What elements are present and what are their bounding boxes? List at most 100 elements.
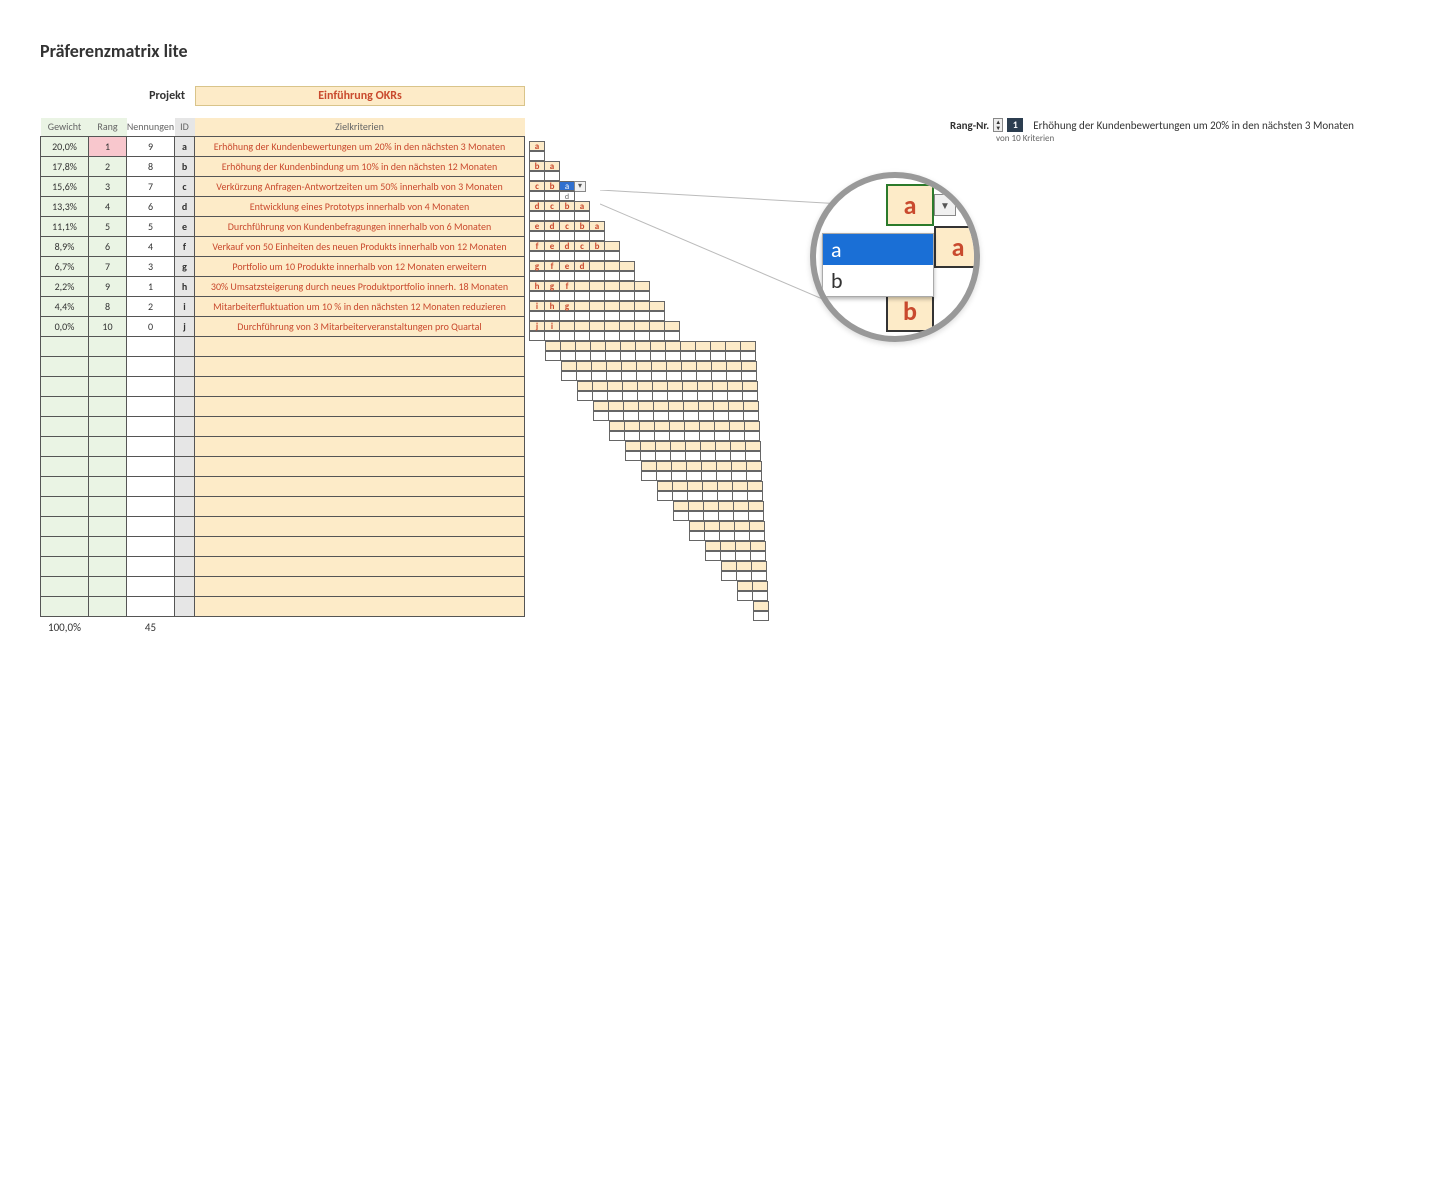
matrix-cell-lower[interactable] (657, 491, 673, 501)
matrix-cell[interactable] (576, 361, 592, 371)
matrix-cell[interactable] (574, 321, 590, 331)
matrix-cell-lower[interactable] (574, 251, 590, 261)
matrix-cell[interactable] (681, 361, 697, 371)
matrix-cell[interactable] (623, 401, 639, 411)
matrix-cell[interactable] (657, 481, 673, 491)
matrix-cell-lower[interactable] (680, 351, 696, 361)
cell-zielkriterium[interactable]: Durchführung von Kundenbefragungen inner… (195, 216, 525, 236)
matrix-cell[interactable] (608, 401, 624, 411)
matrix-cell[interactable] (732, 481, 748, 491)
matrix-cell-lower[interactable] (740, 351, 756, 361)
matrix-cell-lower[interactable] (713, 411, 729, 421)
matrix-cell-lower[interactable] (716, 471, 732, 481)
matrix-cell[interactable]: f (559, 281, 575, 291)
matrix-cell[interactable] (702, 481, 718, 491)
matrix-cell-lower[interactable] (728, 411, 744, 421)
matrix-cell[interactable] (665, 341, 681, 351)
matrix-cell-lower[interactable] (656, 471, 672, 481)
matrix-cell[interactable] (653, 401, 669, 411)
matrix-cell-lower[interactable] (544, 231, 560, 241)
matrix-cell-lower[interactable] (745, 451, 761, 461)
matrix-cell-lower[interactable] (726, 371, 742, 381)
matrix-cell[interactable] (744, 421, 760, 431)
matrix-cell[interactable] (736, 561, 752, 571)
matrix-cell-lower[interactable] (604, 291, 620, 301)
matrix-cell[interactable] (740, 341, 756, 351)
matrix-cell[interactable] (634, 321, 650, 331)
matrix-cell-lower[interactable] (634, 311, 650, 321)
matrix-cell[interactable] (727, 381, 743, 391)
matrix-cell-lower[interactable] (559, 311, 575, 321)
cell-zielkriterium[interactable]: Erhöhung der Kundenbewertungen um 20% in… (195, 136, 525, 156)
matrix-cell[interactable]: b (574, 221, 590, 231)
matrix-cell[interactable] (574, 301, 590, 311)
matrix-cell-lower[interactable] (710, 351, 726, 361)
matrix-cell-lower[interactable] (619, 311, 635, 321)
matrix-cell[interactable] (726, 361, 742, 371)
matrix-cell[interactable] (560, 341, 576, 351)
matrix-cell[interactable] (609, 421, 625, 431)
matrix-cell[interactable] (751, 561, 767, 571)
matrix-cell[interactable] (652, 381, 668, 391)
matrix-cell[interactable] (682, 381, 698, 391)
matrix-cell-lower[interactable] (589, 251, 605, 261)
matrix-cell-lower[interactable] (736, 571, 752, 581)
matrix-cell-lower[interactable] (744, 431, 760, 441)
matrix-cell-lower[interactable] (561, 371, 577, 381)
matrix-cell[interactable]: b (589, 241, 605, 251)
matrix-cell[interactable] (701, 461, 717, 471)
matrix-cell[interactable] (686, 461, 702, 471)
matrix-cell-lower[interactable] (574, 211, 590, 221)
matrix-cell[interactable] (680, 341, 696, 351)
matrix-cell-lower[interactable] (650, 351, 666, 361)
matrix-cell-lower[interactable] (711, 371, 727, 381)
matrix-cell[interactable] (590, 341, 606, 351)
matrix-cell[interactable] (592, 381, 608, 391)
matrix-cell-lower[interactable] (666, 371, 682, 381)
matrix-cell-lower[interactable] (529, 151, 545, 161)
matrix-cell-lower[interactable] (593, 411, 609, 421)
matrix-cell-lower[interactable] (574, 271, 590, 281)
matrix-cell[interactable]: c (529, 181, 545, 191)
matrix-cell[interactable] (604, 241, 620, 251)
matrix-cell[interactable] (716, 461, 732, 471)
matrix-cell[interactable] (622, 381, 638, 391)
matrix-cell-lower[interactable] (609, 431, 625, 441)
matrix-cell[interactable]: b (544, 181, 560, 191)
cell-zielkriterium[interactable]: Verkauf von 50 Einheiten des neuen Produ… (195, 236, 525, 256)
matrix-cell-lower[interactable] (671, 471, 687, 481)
matrix-cell-lower[interactable] (625, 451, 641, 461)
matrix-cell[interactable]: a (559, 181, 575, 191)
matrix-cell-lower[interactable] (608, 411, 624, 421)
matrix-cell[interactable] (695, 341, 711, 351)
matrix-cell[interactable] (714, 421, 730, 431)
matrix-cell-lower[interactable] (743, 411, 759, 421)
matrix-cell-lower[interactable] (686, 471, 702, 481)
matrix-cell[interactable] (725, 341, 741, 351)
matrix-cell[interactable]: h (529, 281, 545, 291)
matrix-cell[interactable]: b (559, 201, 575, 211)
matrix-cell[interactable] (606, 361, 622, 371)
matrix-cell[interactable]: c (574, 241, 590, 251)
matrix-cell[interactable] (654, 421, 670, 431)
matrix-cell-lower[interactable] (714, 431, 730, 441)
chevron-down-icon[interactable]: ▾ (574, 181, 586, 192)
matrix-cell-lower[interactable] (544, 331, 560, 341)
matrix-cell[interactable] (753, 601, 769, 611)
matrix-cell[interactable] (699, 421, 715, 431)
matrix-cell-lower[interactable] (607, 391, 623, 401)
matrix-cell-lower[interactable] (733, 511, 749, 521)
matrix-cell-lower[interactable] (604, 271, 620, 281)
matrix-cell-lower[interactable] (753, 611, 769, 621)
matrix-cell-lower[interactable] (589, 271, 605, 281)
matrix-cell[interactable] (689, 521, 705, 531)
matrix-cell-lower[interactable] (560, 351, 576, 361)
matrix-cell[interactable] (673, 501, 689, 511)
matrix-cell[interactable] (745, 441, 761, 451)
cell-zielkriterium[interactable]: Erhöhung der Kundenbindung um 10% in den… (195, 156, 525, 176)
matrix-cell-lower[interactable] (529, 251, 545, 261)
matrix-cell[interactable] (634, 301, 650, 311)
matrix-cell[interactable] (721, 561, 737, 571)
matrix-cell-lower[interactable] (734, 531, 750, 541)
matrix-cell[interactable] (730, 441, 746, 451)
